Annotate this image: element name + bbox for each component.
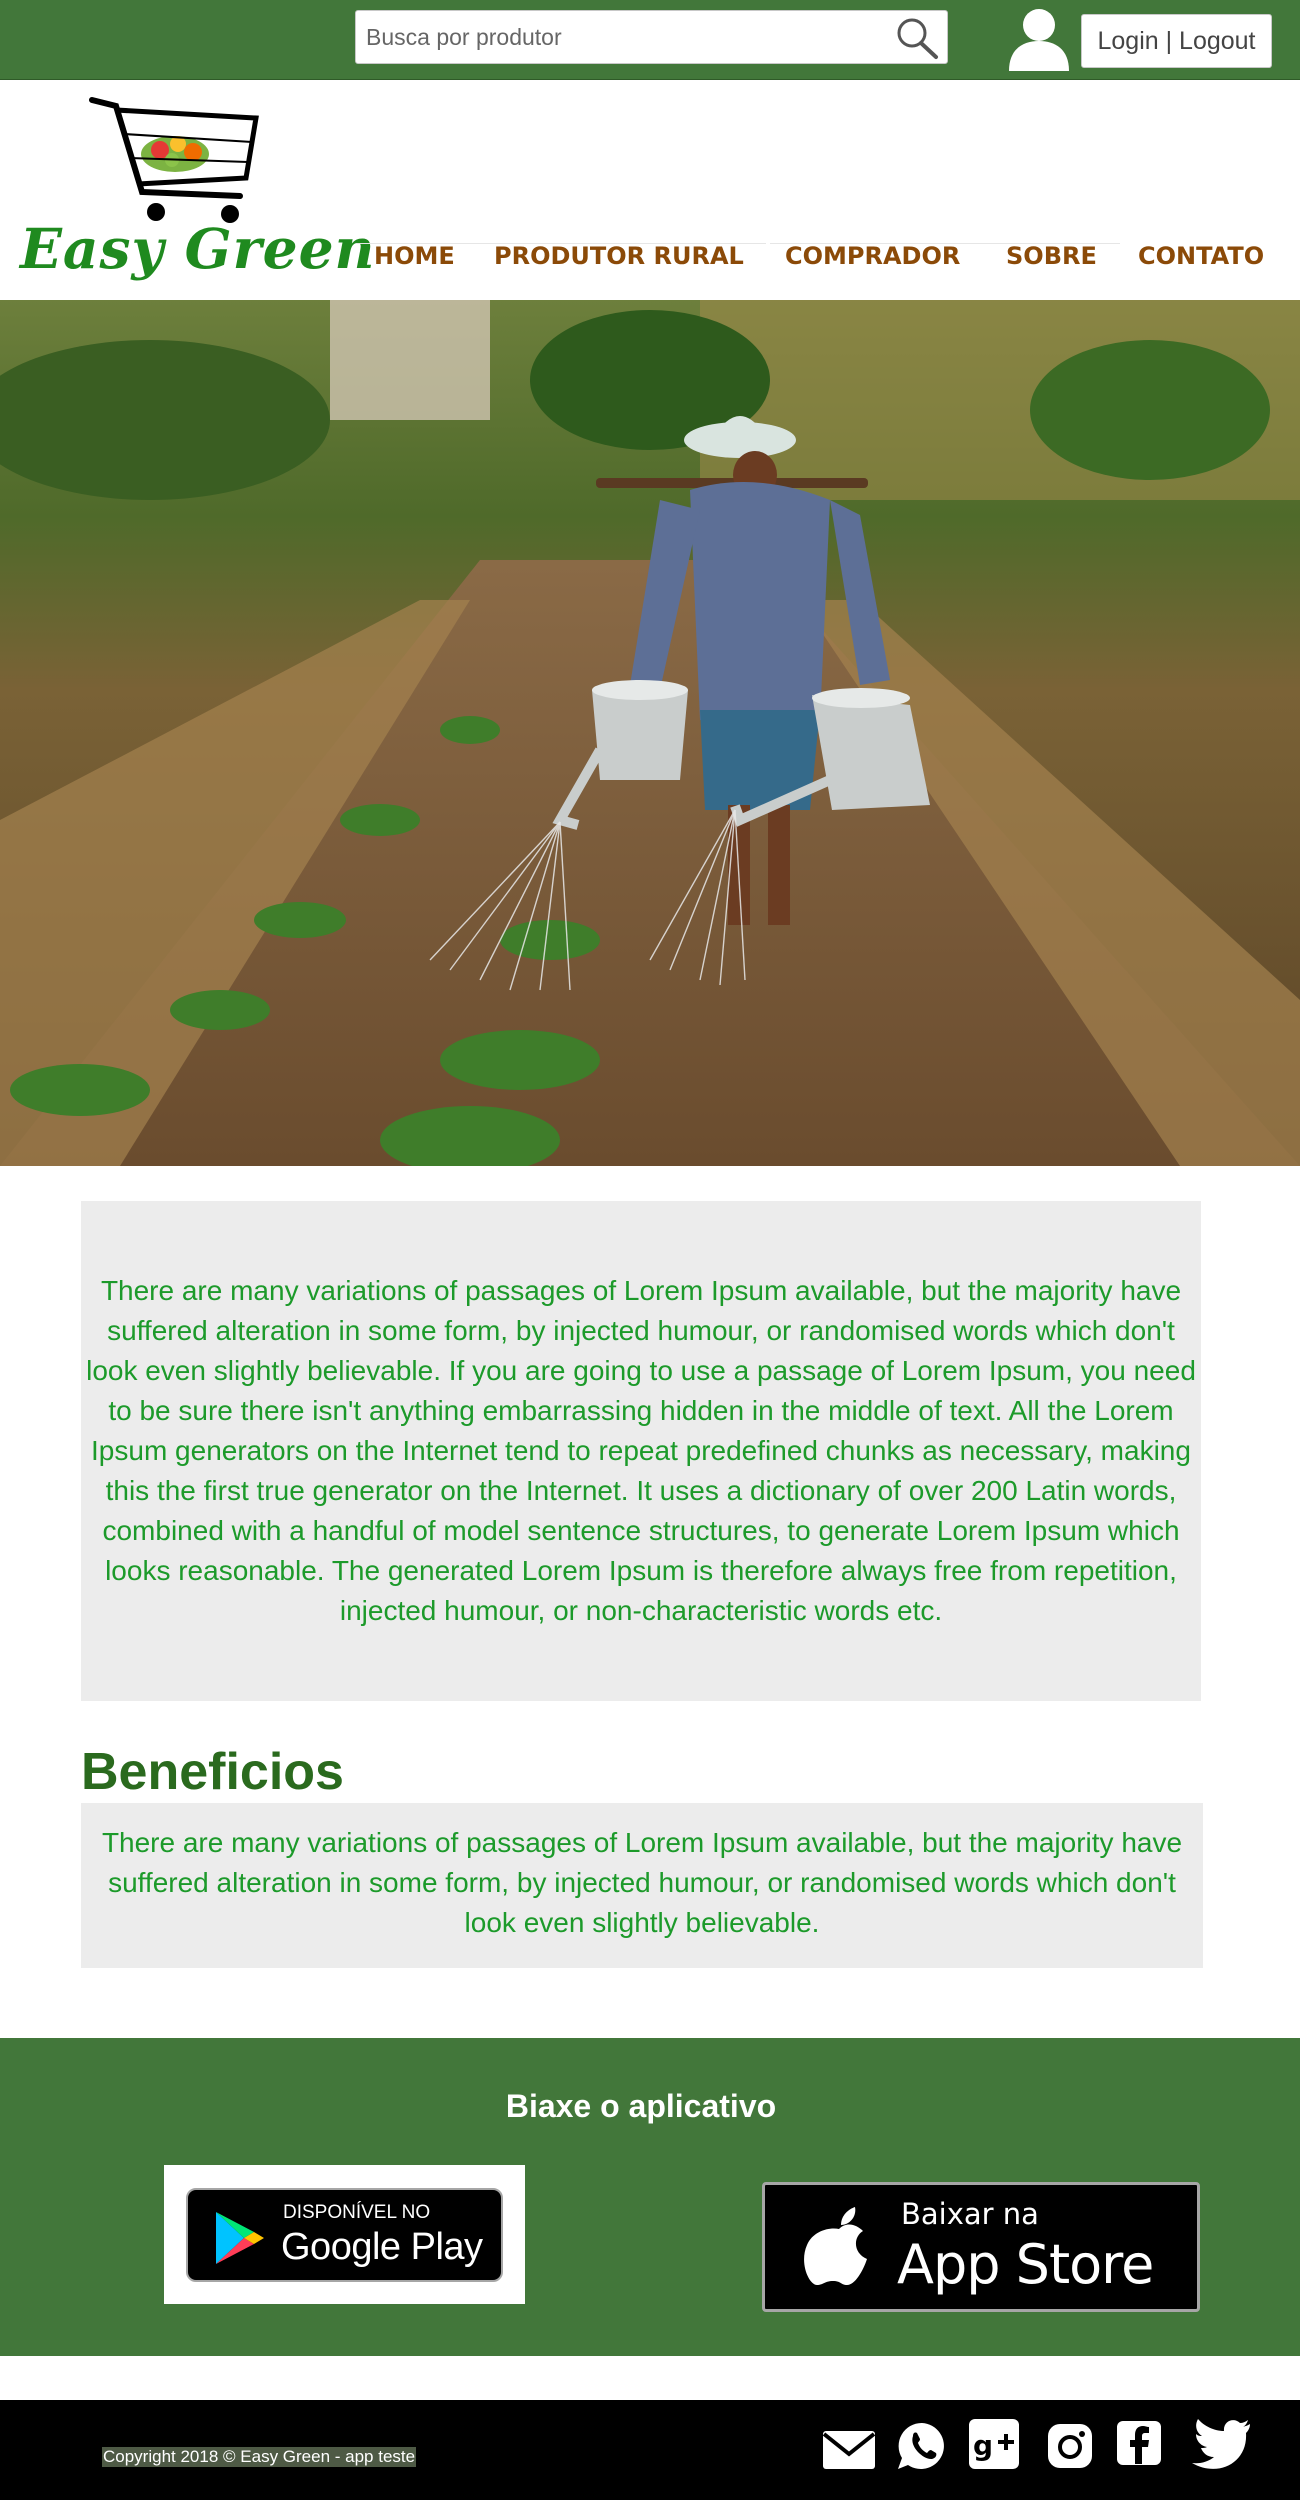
intro-text: There are many variations of passages of… xyxy=(86,1275,1196,1626)
hero-image xyxy=(0,300,1300,1166)
benefits-title: Beneficios xyxy=(81,1743,344,1801)
nav-produtor-rural[interactable]: PRODUTOR RURAL xyxy=(494,242,744,270)
google-plus-icon[interactable]: g xyxy=(968,2418,1020,2470)
app-section-title: Biaxe o aplicativo xyxy=(505,2088,777,2124)
google-play-big-text: Google Play xyxy=(281,2226,483,2268)
app-store-small-text: Baixar na xyxy=(901,2197,1039,2231)
app-store-big-text: App Store xyxy=(897,2233,1154,2296)
login-logout-button[interactable]: Login | Logout xyxy=(1081,14,1272,68)
benefits-text: There are many variations of passages of… xyxy=(101,1827,1183,1938)
google-play-small-text: DISPONÍVEL NO xyxy=(283,2202,431,2223)
whatsapp-icon[interactable] xyxy=(896,2420,948,2472)
brand-name[interactable]: Easy Green xyxy=(20,216,376,281)
instagram-icon[interactable] xyxy=(1046,2422,1094,2470)
top-bar: Login | Logout xyxy=(0,0,1300,80)
search-box[interactable] xyxy=(355,10,948,64)
intro-section: There are many variations of passages of… xyxy=(81,1201,1201,1701)
footer: Copyright 2018 © Easy Green - app teste … xyxy=(0,2400,1300,2500)
search-icon[interactable] xyxy=(893,15,941,61)
nav-home[interactable]: HOME xyxy=(374,242,455,270)
app-download-section: Biaxe o aplicativo DISPONÍVEL NO Google … xyxy=(0,2038,1300,2356)
copyright-text: Copyright 2018 © Easy Green - app teste xyxy=(102,2447,417,2467)
google-play-icon xyxy=(216,2212,264,2264)
google-play-badge[interactable]: DISPONÍVEL NO Google Play xyxy=(164,2165,525,2304)
twitter-icon[interactable] xyxy=(1190,2418,1252,2470)
svg-text:g: g xyxy=(973,2429,993,2462)
user-avatar-icon[interactable] xyxy=(1005,3,1073,71)
mail-icon[interactable] xyxy=(822,2430,876,2470)
app-store-badge[interactable]: Baixar na App Store xyxy=(762,2182,1200,2312)
google-play-button[interactable]: DISPONÍVEL NO Google Play xyxy=(186,2188,503,2282)
benefits-section: There are many variations of passages of… xyxy=(81,1803,1203,1968)
nav-comprador[interactable]: COMPRADOR xyxy=(785,242,960,270)
apple-icon xyxy=(804,2207,867,2285)
facebook-icon[interactable] xyxy=(1116,2420,1162,2466)
search-input[interactable] xyxy=(366,11,886,63)
nav-sobre[interactable]: SOBRE xyxy=(1006,242,1097,270)
nav-contato[interactable]: CONTATO xyxy=(1138,242,1264,270)
